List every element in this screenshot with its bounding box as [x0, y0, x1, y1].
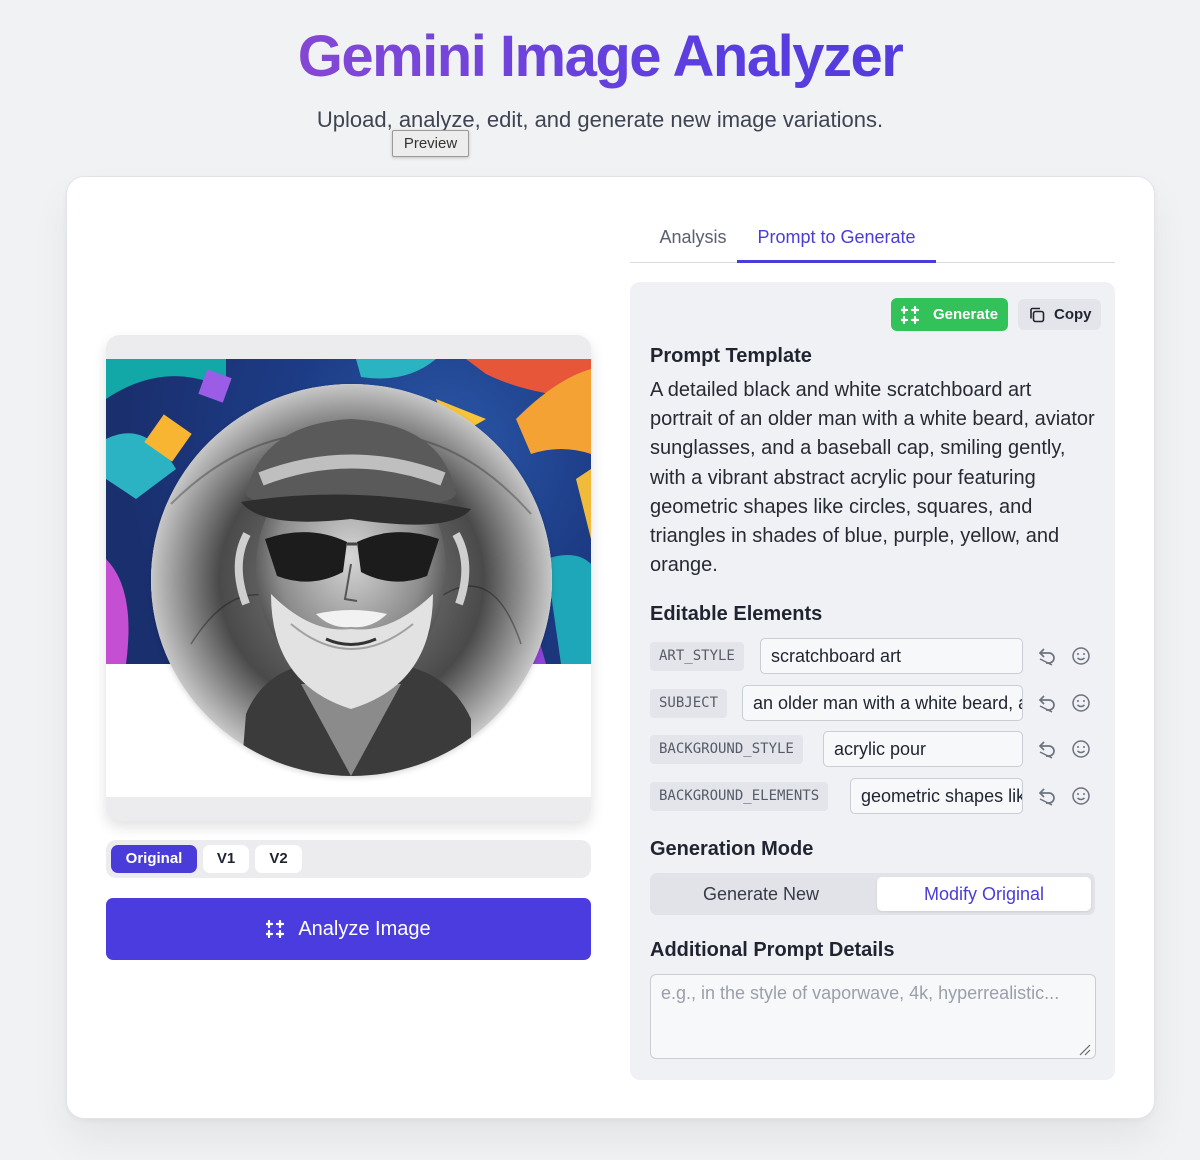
art-style-input[interactable]: scratchboard art: [760, 638, 1023, 674]
editable-element-row: SUBJECT an older man with a white beard,…: [650, 685, 1095, 721]
version-original-button[interactable]: Original: [111, 845, 197, 873]
copy-icon: [1030, 307, 1045, 322]
subject-input[interactable]: an older man with a white beard, aviator…: [742, 685, 1023, 721]
modify-original-option[interactable]: Modify Original: [877, 877, 1091, 911]
element-key-tag: BACKGROUND_STYLE: [650, 735, 803, 764]
image-canvas: [106, 359, 591, 797]
smiley-icon[interactable]: [1070, 645, 1092, 667]
portrait-image: [151, 384, 552, 776]
smiley-icon[interactable]: [1070, 738, 1092, 760]
undo-icon[interactable]: [1035, 785, 1057, 807]
analyze-image-button[interactable]: Analyze Image: [106, 898, 591, 960]
preview-tooltip: Preview: [392, 130, 469, 157]
undo-icon[interactable]: [1035, 738, 1057, 760]
image-preview: [106, 335, 591, 821]
smiley-icon[interactable]: [1070, 692, 1092, 714]
version-v2-button[interactable]: V2: [255, 845, 302, 873]
editable-element-row: BACKGROUND_ELEMENTS geometric shapes lik…: [650, 778, 1095, 814]
editable-elements-heading: Editable Elements: [650, 603, 823, 625]
version-v1-button[interactable]: V1: [203, 845, 249, 873]
smiley-icon[interactable]: [1070, 785, 1092, 807]
tab-analysis[interactable]: Analysis: [643, 222, 743, 263]
background-elements-input[interactable]: geometric shapes like circles, squares, …: [850, 778, 1023, 814]
editable-element-row: ART_STYLE scratchboard art: [650, 638, 1095, 674]
additional-details-heading: Additional Prompt Details: [650, 939, 895, 961]
element-key-tag: ART_STYLE: [650, 642, 744, 671]
app-title: Gemini Image Analyzer: [0, 22, 1200, 92]
portrait-illustration: [151, 384, 552, 776]
app-subtitle: Upload, analyze, edit, and generate new …: [316, 107, 884, 132]
element-key-tag: SUBJECT: [650, 689, 728, 718]
generation-mode-toggle: Generate New Modify Original: [650, 873, 1095, 915]
background-style-input[interactable]: acrylic pour: [823, 731, 1023, 767]
generate-button[interactable]: Generate: [891, 298, 1008, 331]
sparkle-icon: [266, 920, 285, 938]
generate-button-label: Generate: [933, 306, 999, 323]
prompt-template-heading: Prompt Template: [650, 345, 812, 367]
tab-bar: Analysis Prompt to Generate: [630, 222, 1115, 263]
copy-button-label: Copy: [1054, 306, 1092, 323]
copy-button[interactable]: Copy: [1018, 299, 1101, 330]
tab-prompt-to-generate[interactable]: Prompt to Generate: [737, 222, 936, 263]
prompt-template-text: A detailed black and white scratchboard …: [650, 379, 1095, 577]
sparkle-icon: [901, 305, 919, 324]
generation-mode-heading: Generation Mode: [650, 838, 814, 860]
generate-new-option[interactable]: Generate New: [654, 877, 868, 911]
editable-element-row: BACKGROUND_STYLE acrylic pour: [650, 731, 1095, 767]
version-selector: Original V1 V2: [106, 840, 591, 878]
additional-details-textarea[interactable]: [650, 974, 1096, 1059]
element-key-tag: BACKGROUND_ELEMENTS: [650, 782, 829, 811]
undo-icon[interactable]: [1035, 645, 1057, 667]
resize-grip-icon[interactable]: [1077, 1042, 1091, 1056]
analyze-button-label: Analyze Image: [298, 917, 431, 940]
undo-icon[interactable]: [1035, 692, 1057, 714]
